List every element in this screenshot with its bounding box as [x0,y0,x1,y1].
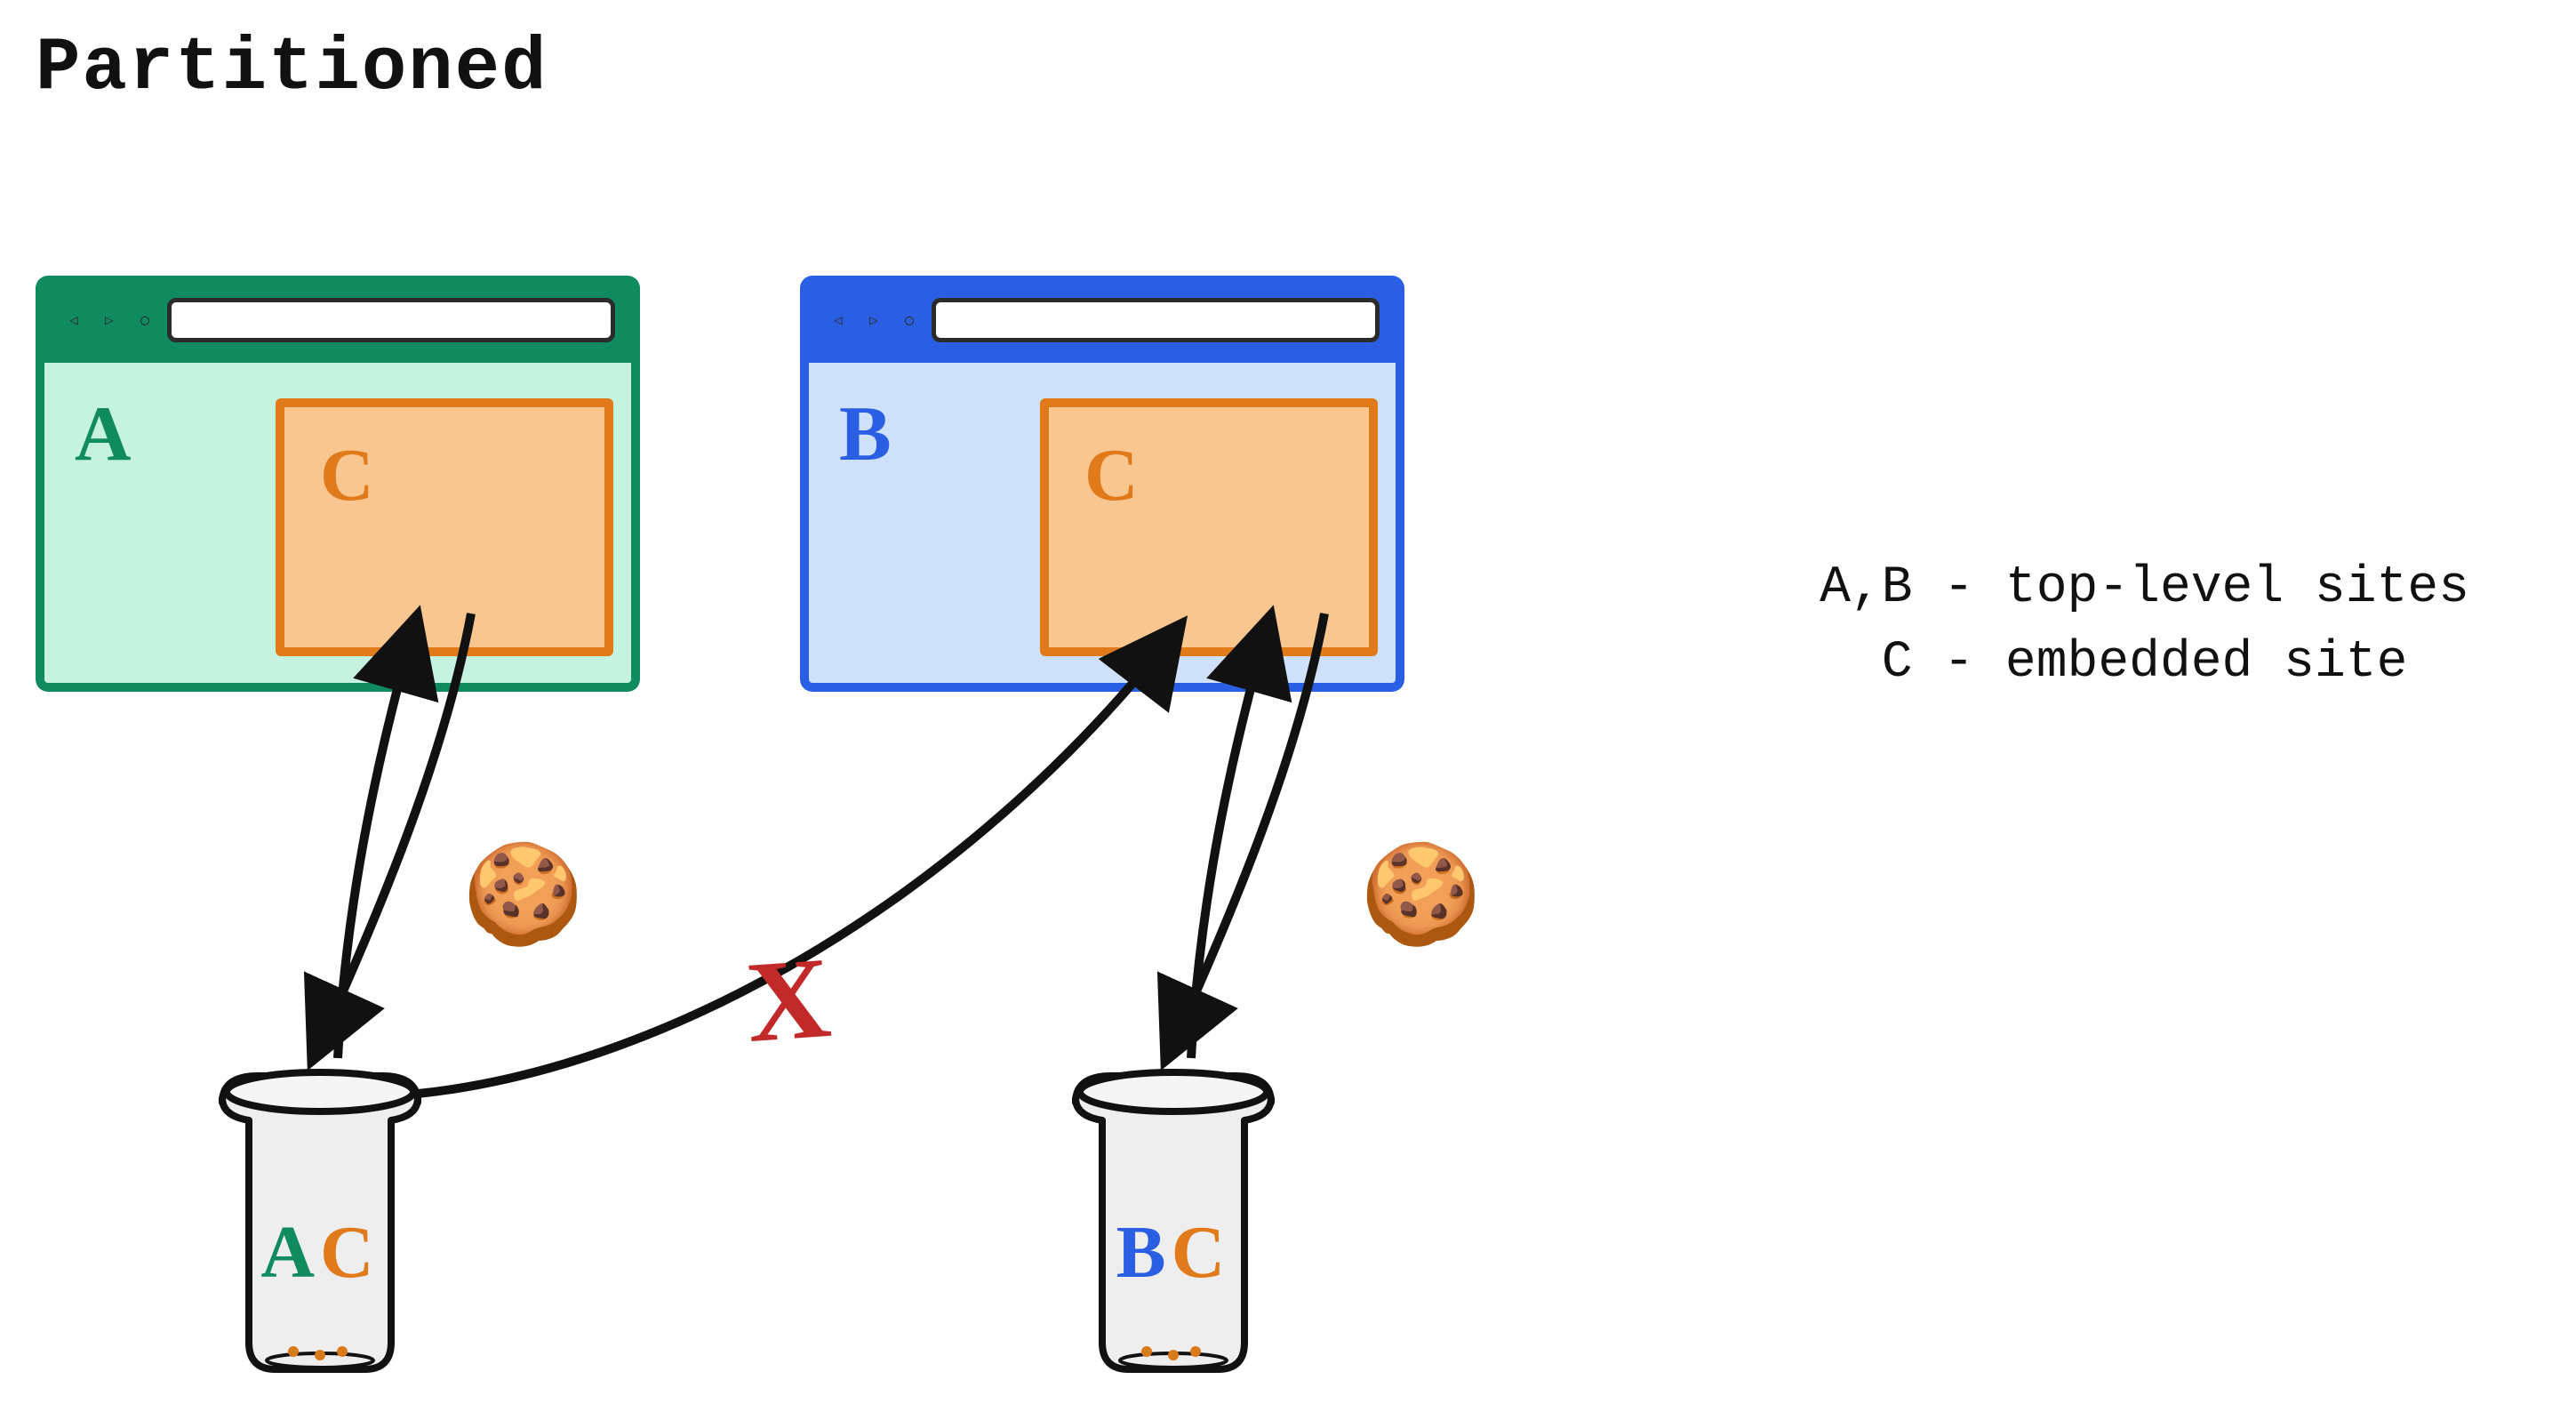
jar-partition-top: A [260,1211,320,1294]
legend: A,B - top-level sites C - embedded site [1820,551,2469,701]
iframe-c-label: C [1084,432,1139,518]
diagram-title: Partitioned [36,27,548,111]
embedded-iframe-c-in-a: C [276,398,613,656]
cookie-icon: 🍪 [462,854,584,951]
reload-icon: ◯ [896,307,923,333]
cookie-jar-bc-label: BC [1040,1209,1307,1296]
blocked-x-icon: X [742,931,835,1070]
forward-icon: ▷ [96,307,123,333]
browser-content-a: A C [36,363,640,692]
jar-partition-embed: C [1172,1211,1231,1294]
back-icon: ◁ [60,307,87,333]
browser-content-b: B C [800,363,1404,692]
iframe-c-label: C [320,432,374,518]
embedded-iframe-c-in-b: C [1040,398,1378,656]
browser-chrome-a: ◁ ▷ ◯ [36,276,640,363]
back-icon: ◁ [825,307,852,333]
browser-window-b: ◁ ▷ ◯ B C [800,276,1404,685]
address-bar [167,298,615,342]
cookie-icon: 🍪 [1360,854,1482,951]
reload-icon: ◯ [132,307,158,333]
browser-chrome-b: ◁ ▷ ◯ [800,276,1404,363]
address-bar [932,298,1380,342]
cookie-jar-bc: BC [1040,1049,1307,1387]
legend-line-2: C - embedded site [1820,626,2469,701]
cookie-jar-ac-label: AC [187,1209,453,1296]
jar-partition-embed: C [320,1211,380,1294]
site-b-label: B [839,389,892,479]
site-a-label: A [75,389,132,479]
cookie-jar-ac: AC [187,1049,453,1387]
diagram-canvas: Partitioned ◁ ▷ ◯ A C ◁ ▷ ◯ B C [0,0,2576,1428]
jar-partition-top: B [1116,1211,1172,1294]
legend-line-1: A,B - top-level sites [1820,551,2469,626]
forward-icon: ▷ [860,307,887,333]
browser-window-a: ◁ ▷ ◯ A C [36,276,640,685]
